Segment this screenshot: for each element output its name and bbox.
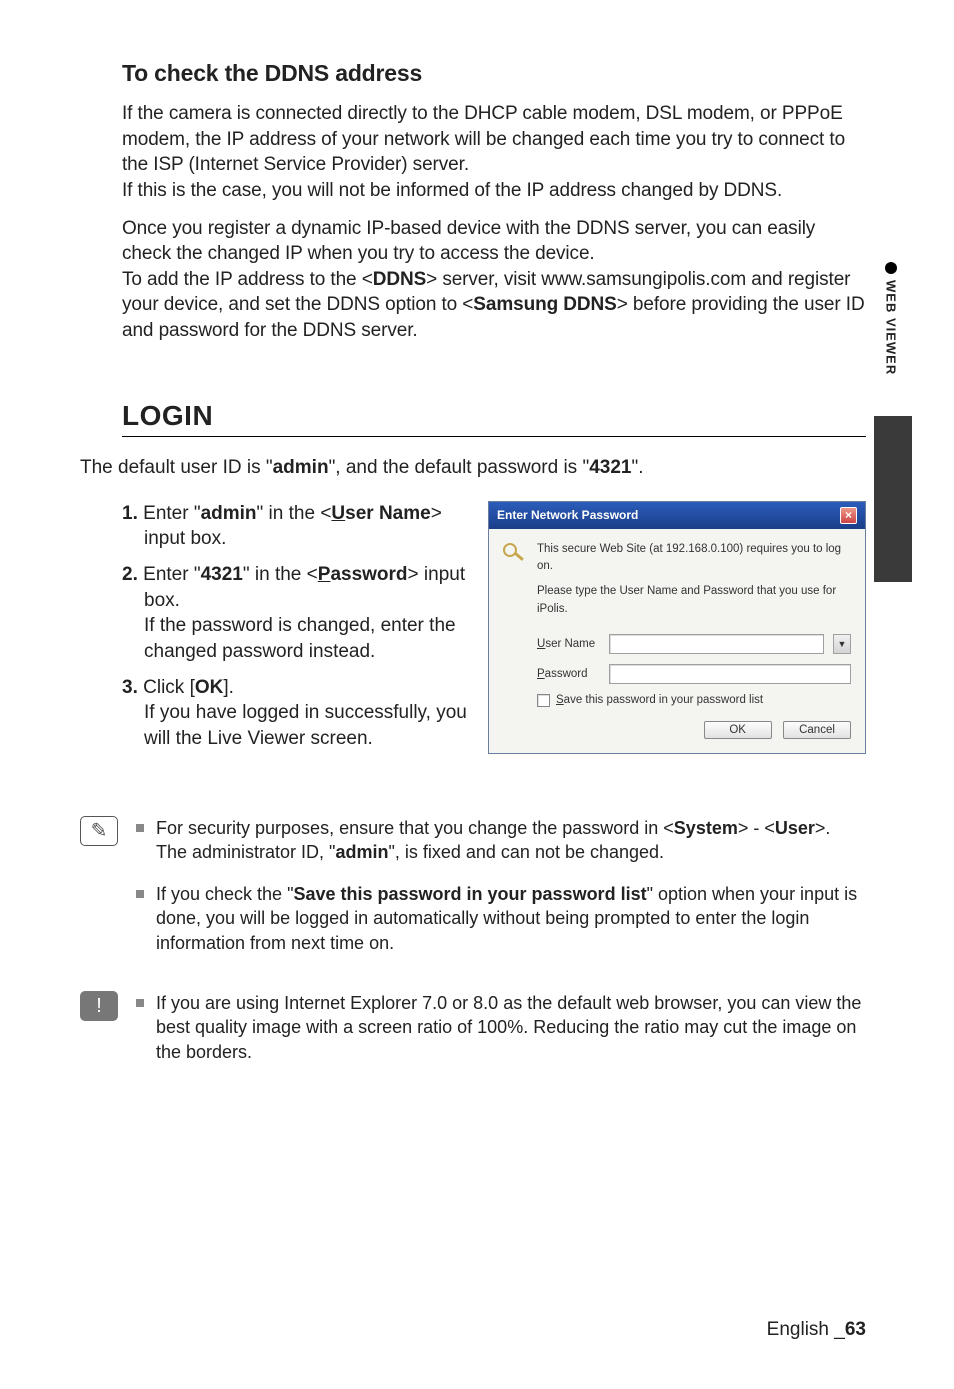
text-bold: 4321 bbox=[201, 564, 243, 585]
note-icon: ✎ bbox=[80, 816, 118, 846]
note-item: For security purposes, ensure that you c… bbox=[136, 816, 866, 865]
text: If the password is changed, enter the ch… bbox=[144, 615, 456, 662]
text: ser Name bbox=[345, 503, 431, 524]
text-bold: 4321 bbox=[589, 457, 631, 478]
text: The administrator ID, " bbox=[156, 842, 335, 862]
text-bold: admin bbox=[273, 457, 329, 478]
intro-text: The default user ID is "admin", and the … bbox=[80, 457, 866, 479]
warning-icon: ! bbox=[80, 991, 118, 1021]
dot-icon bbox=[885, 262, 897, 274]
text-bold: User Name bbox=[331, 503, 430, 524]
footer-sep: _ bbox=[834, 1319, 845, 1340]
text: ", is fixed and can not be changed. bbox=[388, 842, 664, 862]
page-number: 63 bbox=[845, 1319, 866, 1340]
text-bold: admin bbox=[335, 842, 388, 862]
text-bold: System bbox=[674, 818, 738, 838]
text: > - < bbox=[738, 818, 775, 838]
page-footer: English _63 bbox=[767, 1319, 866, 1341]
text: This secure Web Site (at 192.168.0.100) … bbox=[537, 541, 851, 576]
text-bold: User bbox=[775, 818, 815, 838]
ok-button[interactable]: OK bbox=[704, 721, 772, 739]
step-num: 2. bbox=[122, 564, 138, 585]
footer-lang: English bbox=[767, 1319, 829, 1340]
password-label: Password bbox=[537, 668, 599, 680]
text: The default user ID is " bbox=[80, 457, 273, 478]
text: ave this password in your password list bbox=[564, 694, 763, 706]
text: If the camera is connected directly to t… bbox=[122, 103, 845, 175]
save-password-checkbox[interactable] bbox=[537, 694, 550, 707]
step-num: 3. bbox=[122, 677, 138, 698]
text: Click [ bbox=[143, 677, 195, 698]
text-bold: Save this password in your password list bbox=[293, 884, 646, 904]
text: Once you register a dynamic IP-based dev… bbox=[122, 218, 815, 265]
step-3: 3. Click [OK]. If you have logged in suc… bbox=[122, 675, 468, 752]
text: >. bbox=[815, 818, 831, 838]
key-icon bbox=[503, 543, 527, 567]
bullet-icon bbox=[136, 890, 144, 898]
text-bold: OK bbox=[195, 677, 224, 698]
dialog-title-text: Enter Network Password bbox=[497, 508, 638, 522]
text-bold: admin bbox=[201, 503, 257, 524]
close-icon[interactable]: × bbox=[840, 507, 857, 524]
username-input[interactable] bbox=[609, 634, 824, 654]
bullet-icon bbox=[136, 824, 144, 832]
text: Please type the User Name and Password t… bbox=[537, 583, 851, 618]
text: If you check the " bbox=[156, 884, 293, 904]
text: ". bbox=[631, 457, 643, 478]
cancel-button[interactable]: Cancel bbox=[783, 721, 851, 739]
text: ", and the default password is " bbox=[329, 457, 590, 478]
text-bold: Samsung DDNS bbox=[473, 294, 616, 315]
side-tab: WEB VIEWER bbox=[882, 262, 900, 375]
save-password-label: Save this password in your password list bbox=[556, 694, 763, 706]
subheading-ddns: To check the DDNS address bbox=[122, 60, 866, 87]
username-dropdown-button[interactable]: ▼ bbox=[833, 634, 851, 654]
dialog-titlebar: Enter Network Password × bbox=[489, 502, 865, 529]
password-dialog: Enter Network Password × This secure Web… bbox=[488, 501, 866, 754]
text-bold: DDNS bbox=[373, 269, 426, 290]
text: Enter " bbox=[143, 503, 200, 524]
username-label: User Name bbox=[537, 638, 599, 650]
text: assword bbox=[330, 564, 407, 585]
paragraph: If the camera is connected directly to t… bbox=[122, 101, 866, 204]
text: Enter " bbox=[143, 564, 200, 585]
side-tab-label: WEB VIEWER bbox=[884, 280, 899, 375]
step-1: 1. Enter "admin" in the <User Name> inpu… bbox=[122, 501, 468, 552]
heading-login: LOGIN bbox=[122, 400, 866, 437]
bullet-icon bbox=[136, 999, 144, 1007]
note-item: If you are using Internet Explorer 7.0 o… bbox=[136, 991, 866, 1064]
text: ]. bbox=[223, 677, 234, 698]
text: " in the < bbox=[257, 503, 332, 524]
text: If you are using Internet Explorer 7.0 o… bbox=[156, 991, 866, 1064]
password-input[interactable] bbox=[609, 664, 851, 684]
step-2: 2. Enter "4321" in the <Password> input … bbox=[122, 562, 468, 665]
paragraph: Once you register a dynamic IP-based dev… bbox=[122, 216, 866, 344]
text: For security purposes, ensure that you c… bbox=[156, 818, 674, 838]
text: To add the IP address to the < bbox=[122, 269, 373, 290]
step-num: 1. bbox=[122, 503, 138, 524]
text: If you have logged in successfully, you … bbox=[144, 702, 467, 749]
text-underline: S bbox=[556, 694, 564, 706]
side-thumb-bar bbox=[874, 416, 912, 582]
text: If this is the case, you will not be inf… bbox=[122, 180, 782, 201]
note-item: If you check the "Save this password in … bbox=[136, 882, 866, 955]
dialog-message: This secure Web Site (at 192.168.0.100) … bbox=[537, 541, 851, 618]
text-underline: P bbox=[318, 564, 331, 585]
text-underline: U bbox=[331, 503, 345, 524]
text-bold: Password bbox=[318, 564, 408, 585]
steps-list: 1. Enter "admin" in the <User Name> inpu… bbox=[122, 501, 468, 752]
text: " in the < bbox=[243, 564, 318, 585]
